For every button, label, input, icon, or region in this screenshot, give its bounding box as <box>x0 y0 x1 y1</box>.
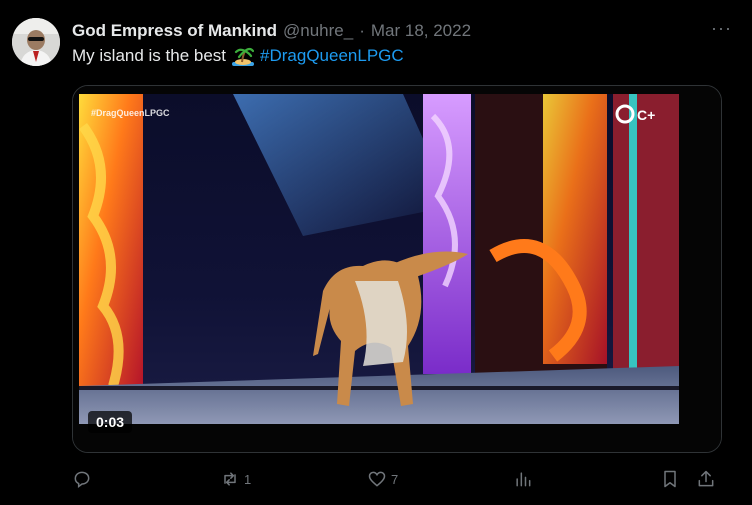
user-handle[interactable]: @nuhre_ <box>283 21 353 41</box>
avatar-image <box>12 18 60 66</box>
views-icon <box>516 472 531 487</box>
channel-logo: C+ <box>637 107 655 123</box>
reply-icon <box>74 471 90 488</box>
views-button[interactable] <box>513 464 537 494</box>
video-player[interactable]: C+ #DragQueenLPGC <box>72 85 722 453</box>
share-icon <box>698 470 714 487</box>
retweet-button[interactable]: 1 <box>220 464 251 494</box>
reply-button[interactable] <box>72 464 96 494</box>
like-button[interactable]: 7 <box>367 464 398 494</box>
like-count: 7 <box>391 471 399 487</box>
avatar[interactable] <box>12 18 60 66</box>
action-bar: 1 7 <box>72 464 732 494</box>
tweet-date[interactable]: Mar 18, 2022 <box>371 21 471 41</box>
hashtag-link[interactable]: #DragQueenLPGC <box>260 46 404 66</box>
video-duration: 0:03 <box>88 411 133 433</box>
display-name[interactable]: God Empress of Mankind <box>72 21 277 41</box>
bookmark-button[interactable] <box>660 464 680 494</box>
tweet-text: My island is the best #DragQueenLPGC <box>72 46 404 66</box>
retweet-icon <box>224 472 236 486</box>
video-watermark: #DragQueenLPGC <box>91 108 170 118</box>
heart-icon <box>368 471 386 487</box>
tweet-body: My island is the best <box>72 46 227 65</box>
island-emoji-icon <box>232 46 255 66</box>
tweet-header: God Empress of Mankind @nuhre_ · Mar 18,… <box>72 18 732 42</box>
video-frame: C+ #DragQueenLPGC <box>73 86 721 452</box>
more-options-button[interactable]: ··· <box>711 18 732 39</box>
bookmark-icon <box>664 470 676 488</box>
retweet-count: 1 <box>244 471 252 487</box>
share-button[interactable] <box>696 464 716 494</box>
separator: · <box>359 21 365 40</box>
